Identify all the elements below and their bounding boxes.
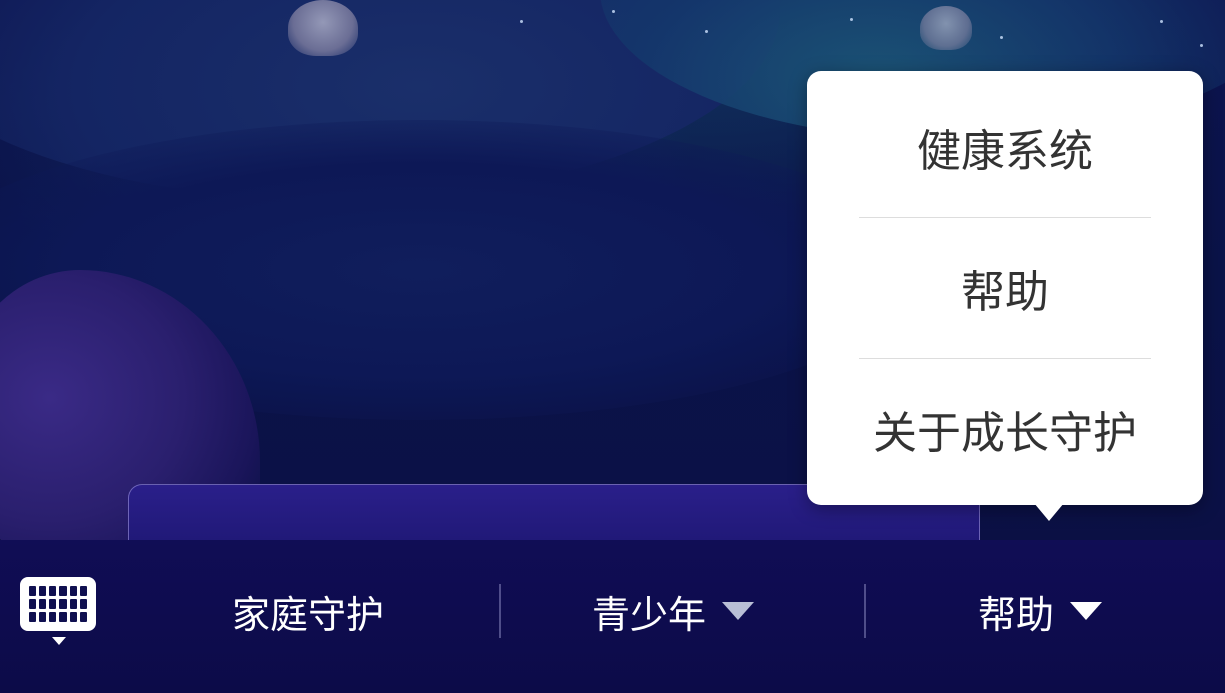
nav-teen[interactable]: 青少年 [592,586,755,637]
background-star [1160,20,1163,23]
nav-label: 家庭守护 [232,592,385,637]
keyboard-toggle-button[interactable] [20,577,100,647]
nav-help[interactable]: 帮助 [978,586,1103,637]
background-star [520,20,523,23]
background-star [850,18,853,21]
nav-family-protection[interactable]: 家庭守护 [232,586,385,637]
background-star [612,10,615,13]
keyboard-icon [20,577,96,631]
chevron-down-icon [52,637,66,645]
background-star [1000,36,1003,39]
background-bush [920,6,972,50]
nav-divider [864,584,866,638]
menu-item-help[interactable]: 帮助 [859,218,1151,358]
menu-item-health-system[interactable]: 健康系统 [859,77,1151,217]
menu-item-label: 关于成长守护 [873,408,1137,459]
help-popup-menu: 健康系统 帮助 关于成长守护 [807,71,1203,505]
app-screen: 家庭守护 青少年 帮助 健康系统 帮助 关于成长守护 [0,0,1225,693]
caret-down-icon [1070,602,1103,620]
nav-label: 青少年 [592,592,707,637]
menu-item-label: 帮助 [961,267,1049,318]
caret-down-icon [722,602,755,620]
menu-item-about[interactable]: 关于成长守护 [859,359,1151,499]
popup-pointer [1034,503,1064,521]
nav-divider [499,584,501,638]
background-star [705,30,708,33]
menu-item-label: 健康系统 [917,126,1093,177]
background-star [1200,44,1203,47]
nav-label: 帮助 [978,592,1055,637]
background-bush [288,0,358,56]
